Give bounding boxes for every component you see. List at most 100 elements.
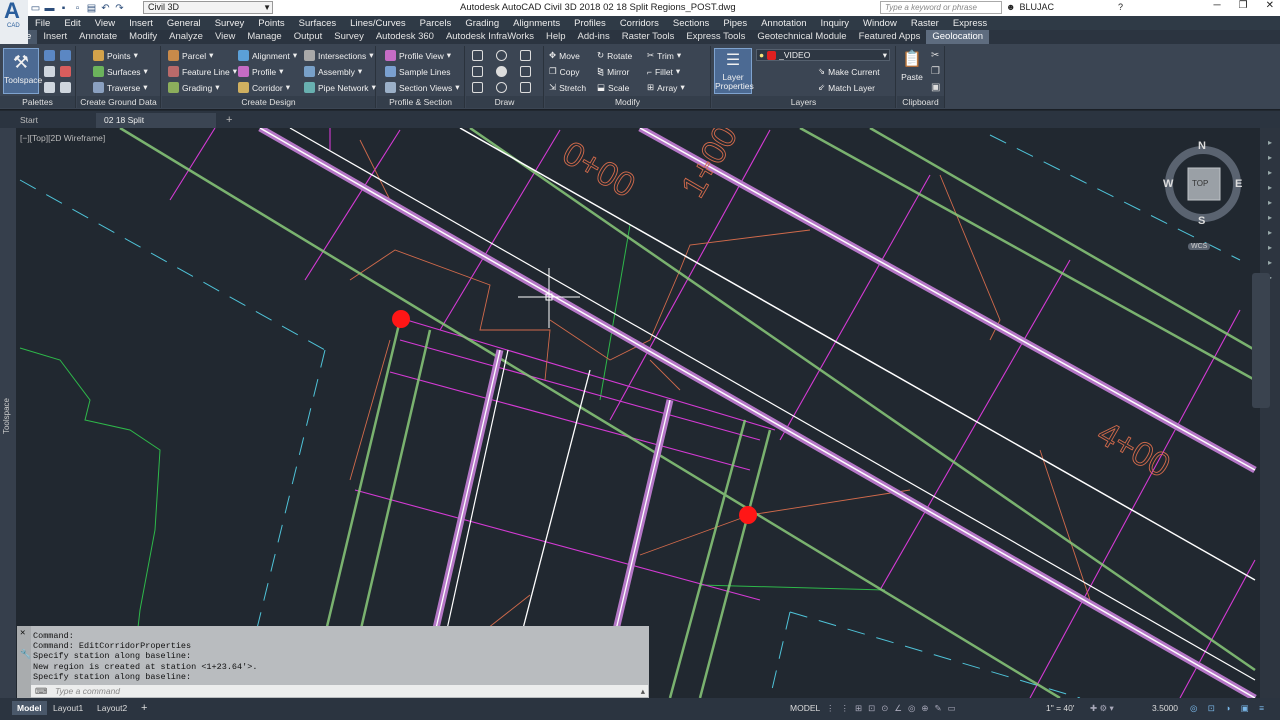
menu-item-raster[interactable]: Raster bbox=[904, 18, 946, 29]
toolbox-icon[interactable] bbox=[60, 66, 71, 77]
redo-icon[interactable]: ↷ bbox=[114, 3, 125, 14]
prospector-icon[interactable] bbox=[44, 50, 55, 61]
cut-icon[interactable]: ✂ bbox=[931, 50, 939, 61]
tab-analyze[interactable]: Analyze bbox=[163, 30, 209, 44]
menu-item-grading[interactable]: Grading bbox=[458, 18, 506, 29]
add-layout-button[interactable]: + bbox=[136, 701, 152, 715]
sample-lines-button[interactable]: Sample Lines bbox=[385, 66, 451, 77]
menu-item-parcels[interactable]: Parcels bbox=[413, 18, 459, 29]
region-grip-end[interactable] bbox=[739, 506, 757, 524]
application-menu-button[interactable]: A CAD bbox=[0, 0, 28, 44]
tab-modify[interactable]: Modify bbox=[123, 30, 163, 44]
tool-icon[interactable]: ▸ bbox=[1268, 183, 1272, 192]
intersections-button[interactable]: Intersections ▾ bbox=[304, 50, 373, 61]
undo-icon[interactable]: ↶ bbox=[100, 3, 111, 14]
chevron-up-icon[interactable]: ▴ bbox=[641, 685, 645, 697]
menu-item-view[interactable]: View bbox=[88, 18, 122, 29]
profile-view-button[interactable]: Profile View ▾ bbox=[385, 50, 451, 61]
tool-icon[interactable]: ▸ bbox=[1268, 198, 1272, 207]
tab-model[interactable]: Model bbox=[12, 701, 47, 715]
compass-north[interactable]: N bbox=[1198, 140, 1206, 152]
rectangle-icon[interactable] bbox=[520, 50, 531, 61]
pipe-network-button[interactable]: Pipe Network ▾ bbox=[304, 82, 376, 93]
compass-west[interactable]: W bbox=[1163, 178, 1173, 190]
tool-icon[interactable]: ▸ bbox=[1268, 243, 1272, 252]
hatch-icon[interactable] bbox=[520, 66, 531, 77]
print-icon[interactable]: ▤ bbox=[86, 3, 97, 14]
tool-icon[interactable]: ▸ bbox=[1268, 258, 1272, 267]
menu-item-insert[interactable]: Insert bbox=[122, 18, 160, 29]
stretch-button[interactable]: ⇲ Stretch bbox=[549, 82, 586, 93]
model-space-toggle[interactable]: MODEL bbox=[790, 703, 820, 713]
design-center-icon[interactable] bbox=[60, 82, 71, 93]
layer-properties-button[interactable]: ☰ Layer Properties bbox=[714, 48, 754, 94]
palettes-panel-title[interactable]: Palettes bbox=[0, 96, 75, 108]
alignment-button[interactable]: Alignment ▾ bbox=[238, 50, 297, 61]
ground-panel-title[interactable]: Create Ground Data bbox=[77, 96, 160, 108]
profile-button[interactable]: Profile ▾ bbox=[238, 66, 283, 77]
toolspace-strip[interactable]: Toolspace bbox=[0, 128, 16, 698]
drawing-canvas[interactable]: 0+00 1+00 4+00 bbox=[16, 128, 1260, 698]
region-grip-start[interactable] bbox=[392, 310, 410, 328]
tab-autodesk-infraworks[interactable]: Autodesk InfraWorks bbox=[440, 30, 540, 44]
profile-section-panel-title[interactable]: Profile & Section Views bbox=[377, 96, 464, 119]
tab-output[interactable]: Output bbox=[288, 30, 329, 44]
toolspace-button[interactable]: ⚒ Toolspace bbox=[3, 48, 42, 94]
tool-icon[interactable]: ▸ bbox=[1268, 153, 1272, 162]
annotation-scale[interactable]: 1" = 40' bbox=[1046, 703, 1075, 713]
tab-view[interactable]: View bbox=[209, 30, 241, 44]
tab-annotate[interactable]: Annotate bbox=[73, 30, 123, 44]
tab-add-ins[interactable]: Add-ins bbox=[572, 30, 616, 44]
command-window-handle[interactable]: ✕ 🔧 bbox=[17, 626, 31, 698]
menu-item-profiles[interactable]: Profiles bbox=[567, 18, 613, 29]
search-input[interactable]: Type a keyword or phrase bbox=[880, 1, 1002, 14]
workspace-gear-icon[interactable]: ✚ ⚙ ▾ bbox=[1090, 703, 1114, 714]
traverse-button[interactable]: Traverse ▾ bbox=[93, 82, 148, 93]
compass-south[interactable]: S bbox=[1198, 215, 1205, 227]
tab-insert[interactable]: Insert bbox=[37, 30, 73, 44]
restore-icon[interactable]: ❐ bbox=[1239, 0, 1248, 11]
user-account[interactable]: ☻ BLUJAC ? bbox=[1006, 2, 1123, 12]
polyline-icon[interactable] bbox=[472, 66, 483, 77]
clipboard-panel-title[interactable]: Clipboard bbox=[897, 96, 944, 108]
tab-raster-tools[interactable]: Raster Tools bbox=[616, 30, 681, 44]
minimize-icon[interactable]: ─ bbox=[1214, 0, 1221, 11]
tab-autodesk-360[interactable]: Autodesk 360 bbox=[370, 30, 440, 44]
rotate-button[interactable]: ↻ Rotate bbox=[597, 50, 632, 61]
open-folder-icon[interactable]: ▬ bbox=[44, 3, 55, 14]
tab-geolocation[interactable]: Geolocation bbox=[926, 30, 990, 44]
save-as-icon[interactable]: ▫ bbox=[72, 3, 83, 14]
parcel-button[interactable]: Parcel ▾ bbox=[168, 50, 213, 61]
menu-item-annotation[interactable]: Annotation bbox=[754, 18, 813, 29]
wrench-icon[interactable]: 🔧 bbox=[20, 650, 31, 660]
menu-item-express[interactable]: Express bbox=[946, 18, 994, 29]
tab-layout1[interactable]: Layout1 bbox=[48, 701, 88, 715]
spline-icon[interactable] bbox=[472, 82, 483, 93]
new-file-icon[interactable]: ▭ bbox=[30, 3, 41, 14]
menu-item-sections[interactable]: Sections bbox=[666, 18, 716, 29]
tool-icon[interactable]: ▸ bbox=[1268, 168, 1272, 177]
tab-geotechnical-module[interactable]: Geotechnical Module bbox=[751, 30, 852, 44]
tool-icon[interactable]: ▸ bbox=[1268, 228, 1272, 237]
status-icons[interactable]: ◎ ⊡ ◑ ▣ ≡ bbox=[1190, 703, 1268, 714]
draw-panel-title[interactable]: Draw bbox=[466, 96, 543, 108]
menu-item-window[interactable]: Window bbox=[856, 18, 904, 29]
surfaces-button[interactable]: Surfaces ▾ bbox=[93, 66, 148, 77]
wcs-menu[interactable]: WCS bbox=[1188, 243, 1211, 250]
paste-button[interactable]: 📋 Paste bbox=[899, 48, 925, 94]
menu-item-points[interactable]: Points bbox=[251, 18, 291, 29]
command-input[interactable]: ⌨ Type a command ▴ bbox=[31, 685, 648, 697]
feature-line-button[interactable]: Feature Line ▾ bbox=[168, 66, 237, 77]
close-icon[interactable]: ✕ bbox=[1266, 0, 1274, 11]
menu-item-surfaces[interactable]: Surfaces bbox=[292, 18, 344, 29]
fillet-button[interactable]: ⌐ Fillet ▾ bbox=[647, 66, 680, 77]
tab-help[interactable]: Help bbox=[540, 30, 572, 44]
menu-item-inquiry[interactable]: Inquiry bbox=[814, 18, 857, 29]
tab-survey[interactable]: Survey bbox=[328, 30, 370, 44]
viewcube[interactable]: N S W E TOP WCS bbox=[1160, 140, 1246, 250]
arc-icon[interactable] bbox=[496, 50, 507, 61]
move-button[interactable]: ✥ Move bbox=[549, 50, 580, 61]
menu-item-survey[interactable]: Survey bbox=[208, 18, 252, 29]
menu-item-edit[interactable]: Edit bbox=[57, 18, 87, 29]
compass-east[interactable]: E bbox=[1235, 178, 1242, 190]
